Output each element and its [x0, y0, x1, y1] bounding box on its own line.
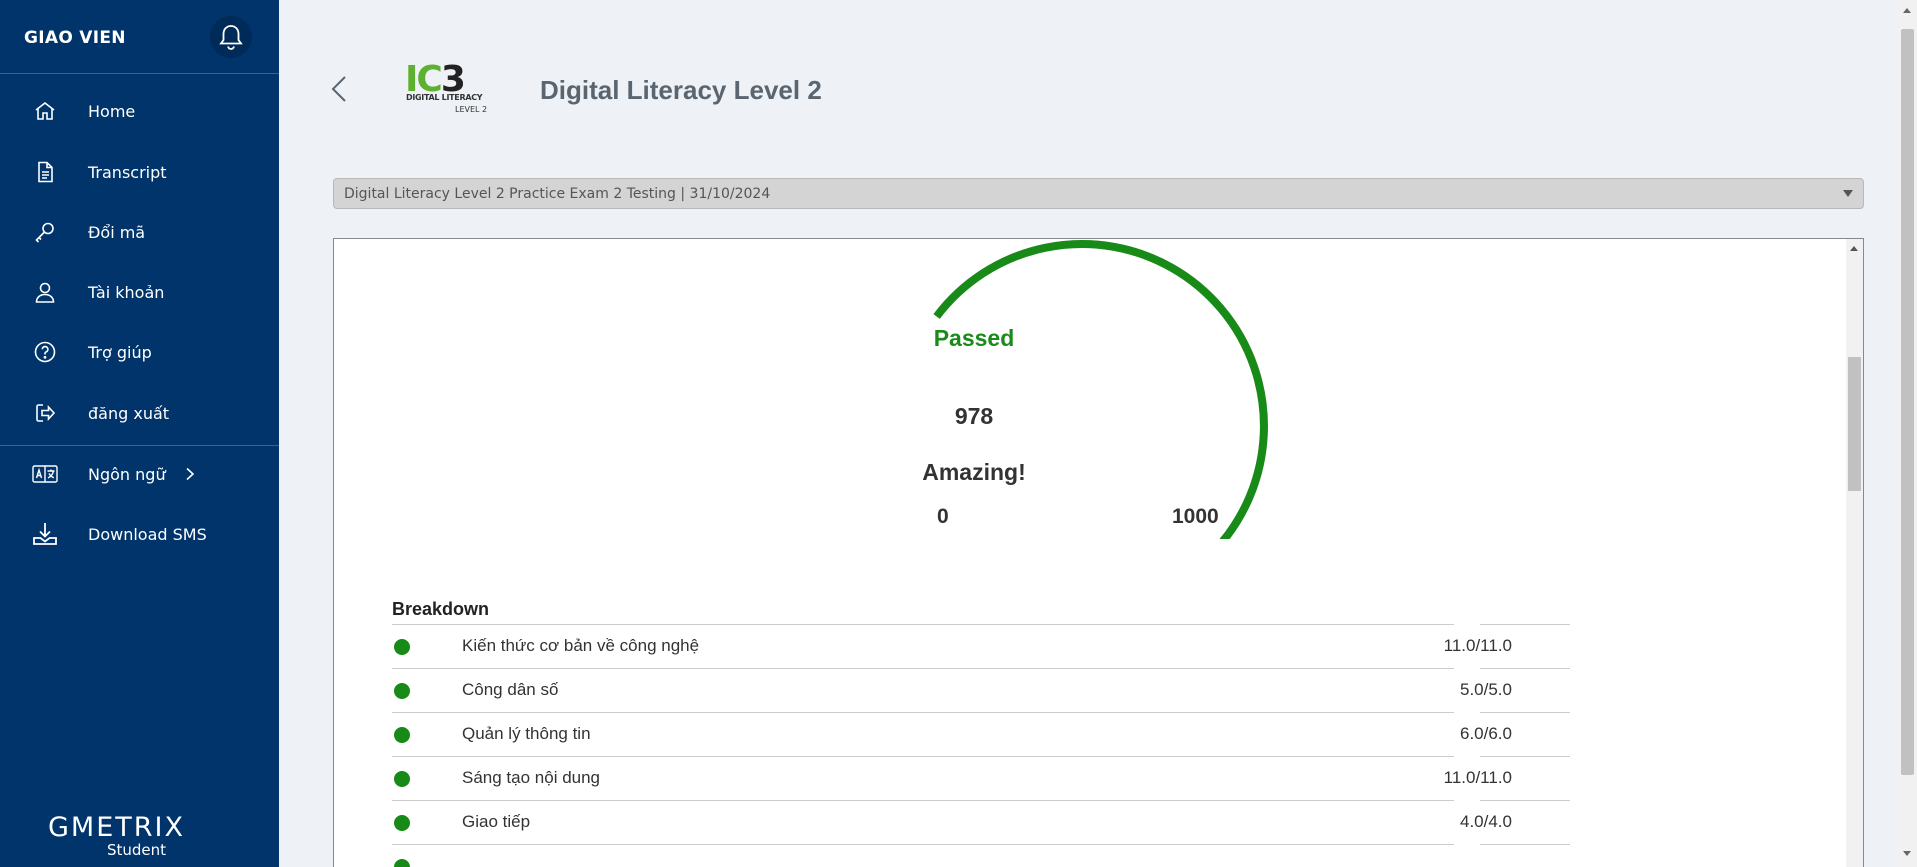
breakdown-label: Sáng tạo nội dung	[462, 768, 601, 787]
breakdown-row: Quản lý thông tin 6.0/6.0	[392, 712, 1570, 756]
result-comment: Amazing!	[922, 459, 1026, 485]
page-title: Digital Literacy Level 2	[540, 75, 822, 105]
result-score: 978	[954, 403, 994, 429]
exam-select-value: Digital Literacy Level 2 Practice Exam 2…	[344, 185, 771, 202]
chevron-right-icon	[185, 467, 199, 481]
sidebar: GIAO VIEN Home Transcript Đổi mã Tài kho…	[0, 0, 279, 867]
scroll-up-arrow-icon[interactable]	[1850, 246, 1858, 251]
breakdown-label: Kiến thức cơ bản về công nghệ	[462, 636, 700, 655]
sidebar-item-logout[interactable]: đăng xuất	[0, 388, 279, 438]
sidebar-item-label: Tài khoản	[88, 282, 165, 302]
page-scrollbar[interactable]	[1898, 0, 1917, 867]
dropdown-arrow-icon	[1843, 190, 1853, 197]
ic3-logo: IC3 DIGITAL LITERACY LEVEL 2	[405, 62, 488, 118]
language-icon	[32, 461, 58, 487]
breakdown-list: Kiến thức cơ bản về công nghệ 11.0/11.0 …	[392, 624, 1570, 867]
breakdown-row: Giao tiếp 4.0/4.0	[392, 800, 1570, 844]
sidebar-item-label: Home	[88, 101, 136, 121]
breakdown-title: Breakdown	[392, 599, 490, 619]
download-icon	[32, 521, 58, 547]
notification-bell-icon[interactable]	[210, 16, 252, 58]
breakdown-label: Quản lý thông tin	[462, 724, 591, 743]
status-dot-icon	[394, 639, 410, 655]
status-dot-icon	[394, 771, 410, 787]
back-button[interactable]	[328, 74, 352, 104]
status-dot-icon	[394, 683, 410, 699]
sidebar-item-redeem-code[interactable]: Đổi mã	[0, 207, 279, 257]
breakdown-row	[392, 844, 1570, 867]
sidebar-item-label: Transcript	[88, 162, 167, 182]
sidebar-item-language[interactable]: Ngôn ngữ	[0, 449, 279, 499]
report-scrollbar[interactable]	[1846, 239, 1863, 867]
user-name: GIAO VIEN	[24, 28, 126, 48]
ic3-logo-level: LEVEL 2	[455, 105, 488, 114]
status-dot-icon	[394, 727, 410, 743]
sidebar-item-label: Download SMS	[88, 524, 207, 544]
status-dot-icon	[394, 859, 410, 867]
document-icon	[32, 159, 58, 185]
breakdown-score: 4.0/4.0	[1460, 812, 1512, 831]
breakdown-score: 11.0/11.0	[1443, 636, 1512, 655]
breakdown-score: 5.0/5.0	[1460, 680, 1512, 699]
sidebar-item-account[interactable]: Tài khoản	[0, 267, 279, 317]
result-status: Passed	[933, 325, 1015, 351]
breakdown-score: 11.0/11.0	[1443, 768, 1512, 787]
sidebar-header: GIAO VIEN	[0, 0, 279, 74]
gauge-value-arc	[933, 240, 1268, 539]
sidebar-item-label: Đổi mã	[88, 222, 146, 242]
sidebar-item-transcript[interactable]: Transcript	[0, 147, 279, 197]
scroll-up-arrow-icon[interactable]	[1903, 8, 1911, 13]
sidebar-item-label: Ngôn ngữ	[88, 464, 166, 484]
score-report-frame: Passed 978 Amazing! 0 1000 Breakdown Kiế…	[333, 238, 1864, 867]
breakdown-row: Công dân số 5.0/5.0	[392, 668, 1570, 712]
sidebar-item-label: Trợ giúp	[88, 342, 152, 362]
status-dot-icon	[394, 815, 410, 831]
gmetrix-logo-subtitle: Student	[107, 841, 167, 859]
breakdown-score: 6.0/6.0	[1460, 724, 1512, 743]
exam-select-dropdown[interactable]: Digital Literacy Level 2 Practice Exam 2…	[333, 178, 1864, 209]
logout-icon	[32, 400, 58, 426]
home-icon	[32, 98, 58, 124]
user-icon	[32, 279, 58, 305]
sidebar-item-label: đăng xuất	[88, 403, 170, 423]
sidebar-item-home[interactable]: Home	[0, 86, 279, 136]
breakdown-row: Kiến thức cơ bản về công nghệ 11.0/11.0	[392, 624, 1570, 668]
report-scrollbar-thumb[interactable]	[1848, 357, 1861, 491]
gauge-min-label: 0	[937, 505, 949, 528]
ic3-logo-subtitle: DIGITAL LITERACY	[406, 93, 483, 102]
key-icon	[32, 219, 58, 245]
gmetrix-logo: GMETRIX	[48, 812, 185, 843]
sidebar-item-help[interactable]: Trợ giúp	[0, 327, 279, 377]
breakdown-label: Giao tiếp	[462, 812, 531, 831]
breakdown-row: Sáng tạo nội dung 11.0/11.0	[392, 756, 1570, 800]
gauge-max-label: 1000	[1172, 505, 1219, 528]
sidebar-divider	[0, 445, 279, 446]
help-circle-icon	[32, 339, 58, 365]
sidebar-item-download-sms[interactable]: Download SMS	[0, 509, 279, 559]
scroll-down-arrow-icon[interactable]	[1903, 851, 1911, 856]
breakdown-label: Công dân số	[462, 680, 559, 699]
score-gauge	[933, 239, 1268, 539]
gauge-track	[933, 239, 1268, 539]
page-scrollbar-thumb[interactable]	[1901, 29, 1914, 775]
